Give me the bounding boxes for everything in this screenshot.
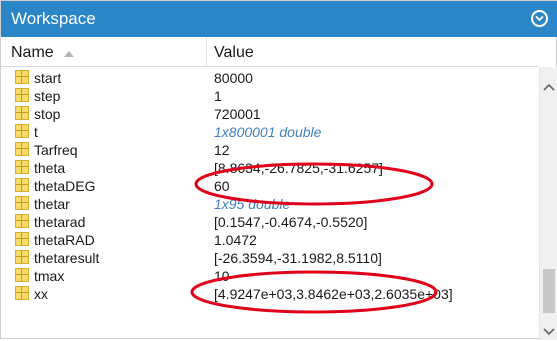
- value-column-header[interactable]: Value: [214, 44, 254, 62]
- variable-list: start 80000 step 1 stop 720001 t 1x800001 doubl…: [1, 67, 538, 340]
- variable-value: 720001: [214, 106, 261, 122]
- name-column-label: Name: [11, 44, 54, 62]
- variable-icon: [15, 232, 29, 246]
- variable-name: thetaDEG: [34, 178, 96, 194]
- variable-value: [0.1547,-0.4674,-0.5520]: [214, 214, 368, 230]
- variable-value: 1.0472: [214, 232, 257, 248]
- variable-name: thetar: [34, 196, 70, 212]
- variable-row[interactable]: tmax 10: [1, 267, 538, 285]
- variable-name: Tarfreq: [34, 142, 78, 158]
- variable-name: t: [34, 124, 38, 140]
- variable-value: 12: [214, 142, 230, 158]
- variable-value: 10: [214, 268, 230, 284]
- workspace-title-bar: Workspace: [1, 1, 557, 37]
- variable-value: [8.8634,-26.7825,-31.6257]: [214, 160, 383, 176]
- variable-name: step: [34, 88, 61, 104]
- variable-value: [-26.3594,-31.1982,8.5110]: [214, 250, 382, 266]
- variable-icon: [15, 214, 29, 228]
- variable-value: 1x800001 double: [214, 124, 322, 140]
- variable-row[interactable]: thetaresult [-26.3594,-31.1982,8.5110]: [1, 249, 538, 267]
- variable-row[interactable]: thetaRAD 1.0472: [1, 231, 538, 249]
- scrollbar-thumb[interactable]: [543, 269, 555, 313]
- variable-name: thetarad: [34, 214, 86, 230]
- variable-value: 1: [214, 88, 222, 104]
- name-column-header[interactable]: Name: [11, 44, 75, 62]
- variable-name: xx: [34, 286, 48, 302]
- variable-icon: [15, 106, 29, 120]
- chevron-down-circle-icon[interactable]: [531, 10, 548, 27]
- variable-row[interactable]: Tarfreq 12: [1, 141, 538, 159]
- variable-name: thetaresult: [34, 250, 100, 266]
- variable-value: [4.9247e+03,3.8462e+03,2.6035e+03]: [214, 286, 453, 302]
- variable-icon: [15, 70, 29, 84]
- variable-value: 80000: [214, 70, 253, 86]
- scroll-up-icon[interactable]: [543, 78, 555, 96]
- variable-icon: [15, 286, 29, 300]
- variable-icon: [15, 178, 29, 192]
- variable-name: stop: [34, 106, 61, 122]
- variable-name: start: [34, 70, 62, 86]
- column-header: Name Value: [1, 37, 538, 67]
- variable-row[interactable]: xx [4.9247e+03,3.8462e+03,2.6035e+03]: [1, 285, 538, 303]
- variable-value: 60: [214, 178, 230, 194]
- variable-row[interactable]: stop 720001: [1, 105, 538, 123]
- variable-icon: [15, 142, 29, 156]
- variable-row[interactable]: t 1x800001 double: [1, 123, 538, 141]
- variable-icon: [15, 196, 29, 210]
- sort-ascending-icon: [64, 44, 75, 62]
- workspace-panel: Workspace Name Value start 80000 step 1 stop…: [0, 0, 557, 340]
- variable-name: theta: [34, 160, 66, 176]
- variable-icon: [15, 160, 29, 174]
- vertical-scrollbar[interactable]: [539, 67, 557, 340]
- workspace-title: Workspace: [11, 9, 96, 28]
- variable-row[interactable]: thetar 1x95 double: [1, 195, 538, 213]
- variable-name: thetaRAD: [34, 232, 95, 248]
- variable-icon: [15, 250, 29, 264]
- variable-name: tmax: [34, 268, 65, 284]
- scroll-down-icon[interactable]: [543, 323, 555, 341]
- variable-row[interactable]: theta [8.8634,-26.7825,-31.6257]: [1, 159, 538, 177]
- column-divider[interactable]: [206, 37, 207, 66]
- variable-row[interactable]: start 80000: [1, 69, 538, 87]
- variable-row[interactable]: step 1: [1, 87, 538, 105]
- variable-icon: [15, 88, 29, 102]
- variable-icon: [15, 124, 29, 138]
- variable-row[interactable]: thetarad [0.1547,-0.4674,-0.5520]: [1, 213, 538, 231]
- variable-row[interactable]: thetaDEG 60: [1, 177, 538, 195]
- variable-value: 1x95 double: [214, 196, 291, 212]
- variable-icon: [15, 268, 29, 282]
